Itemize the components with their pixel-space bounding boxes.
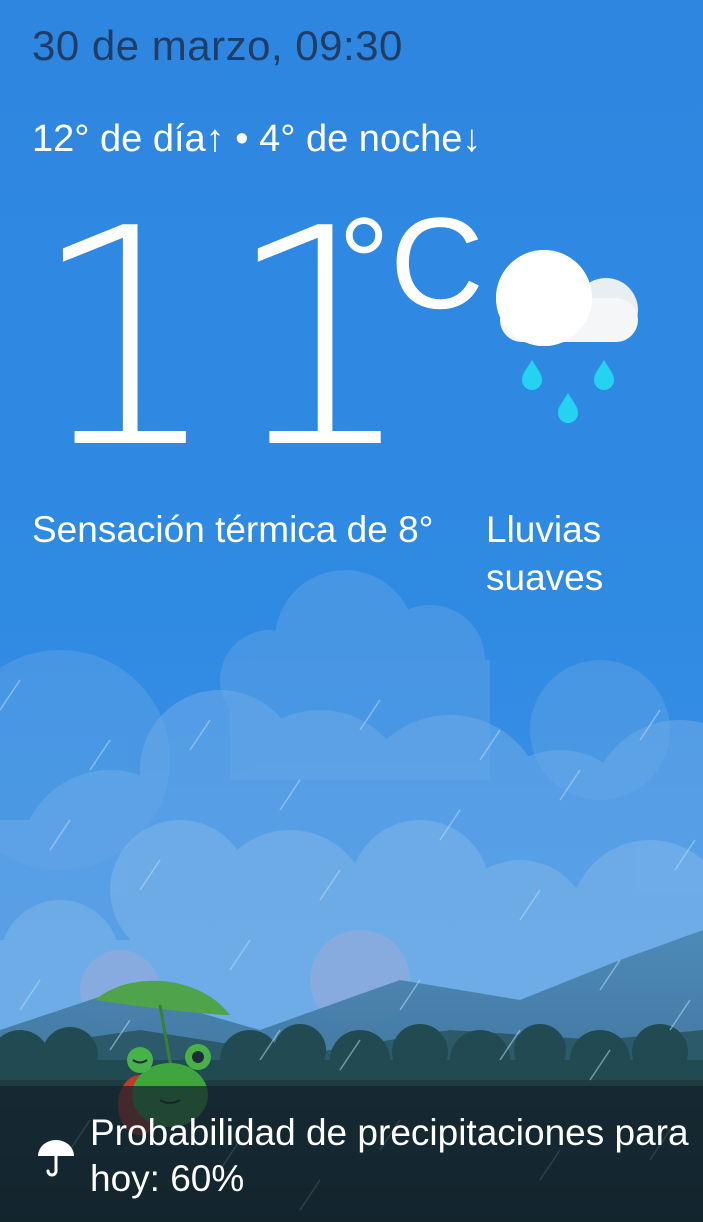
- umbrella-icon: [38, 1140, 74, 1177]
- temperature-unit: °C: [338, 190, 484, 336]
- weather-condition: Lluvias suaves: [486, 509, 604, 598]
- weather-screen: 30 de marzo, 09:30 12° de día↑ • 4° de n…: [0, 0, 703, 1222]
- feels-like: Sensación térmica de 8°: [32, 509, 434, 550]
- date-time: 30 de marzo, 09:30: [32, 22, 403, 69]
- precipitation-probability: Probabilidad de precipitaciones para hoy…: [90, 1112, 689, 1199]
- high-low-temperature: 12° de día↑ • 4° de noche↓: [32, 118, 482, 160]
- rain-cloud-icon: [496, 250, 638, 423]
